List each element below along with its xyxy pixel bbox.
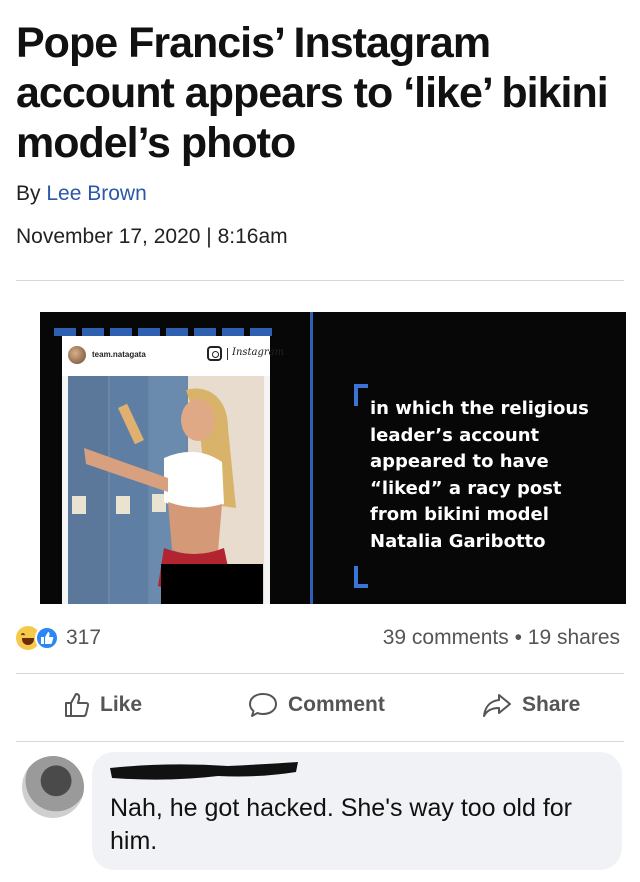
vertical-accent-line bbox=[310, 312, 313, 604]
byline: By Lee Brown bbox=[16, 182, 147, 206]
decorative-stripe bbox=[54, 328, 272, 336]
comment-button[interactable]: Comment bbox=[248, 692, 385, 718]
caption-bracket bbox=[354, 584, 368, 588]
comment-bubble-icon bbox=[249, 693, 277, 717]
like-label: Like bbox=[100, 693, 143, 716]
comment-text: Nah, he got hacked. She's way too old fo… bbox=[110, 794, 572, 855]
caption-bracket bbox=[354, 384, 368, 388]
instagram-post-header: team.natagata Instagram bbox=[62, 336, 284, 376]
divider bbox=[16, 280, 624, 281]
instagram-wordmark: Instagram bbox=[232, 347, 285, 358]
instagram-username: team.natagata bbox=[92, 350, 146, 359]
article-headline: Pope Francis’ Instagram account appears … bbox=[16, 19, 609, 167]
separator bbox=[227, 348, 228, 360]
divider bbox=[16, 741, 624, 742]
instagram-avatar bbox=[68, 346, 86, 364]
censor-block bbox=[161, 564, 263, 604]
like-button[interactable]: Like bbox=[64, 692, 142, 718]
divider bbox=[16, 673, 624, 674]
comment-label: Comment bbox=[288, 693, 385, 716]
like-reaction-icon bbox=[35, 626, 59, 650]
post-action-bar: Like Comment Share bbox=[0, 686, 640, 730]
redacted-commenter-name bbox=[110, 762, 298, 780]
image-caption: in which the religious leader’s account … bbox=[370, 398, 589, 552]
share-arrow-icon bbox=[483, 694, 511, 717]
share-button[interactable]: Share bbox=[482, 692, 580, 718]
article-image[interactable]: team.natagata Instagram in which the rel… bbox=[40, 312, 626, 604]
byline-prefix: By bbox=[16, 182, 41, 205]
author-link[interactable]: Lee Brown bbox=[46, 182, 146, 205]
comments-shares-count[interactable]: 39 comments • 19 shares bbox=[383, 626, 620, 650]
thumbs-up-icon bbox=[65, 693, 90, 717]
share-label: Share bbox=[522, 693, 581, 716]
reaction-count: 317 bbox=[66, 626, 102, 649]
commenter-avatar[interactable] bbox=[22, 756, 84, 818]
instagram-camera-icon bbox=[207, 346, 222, 361]
publish-date: November 17, 2020 | 8:16am bbox=[16, 225, 288, 248]
